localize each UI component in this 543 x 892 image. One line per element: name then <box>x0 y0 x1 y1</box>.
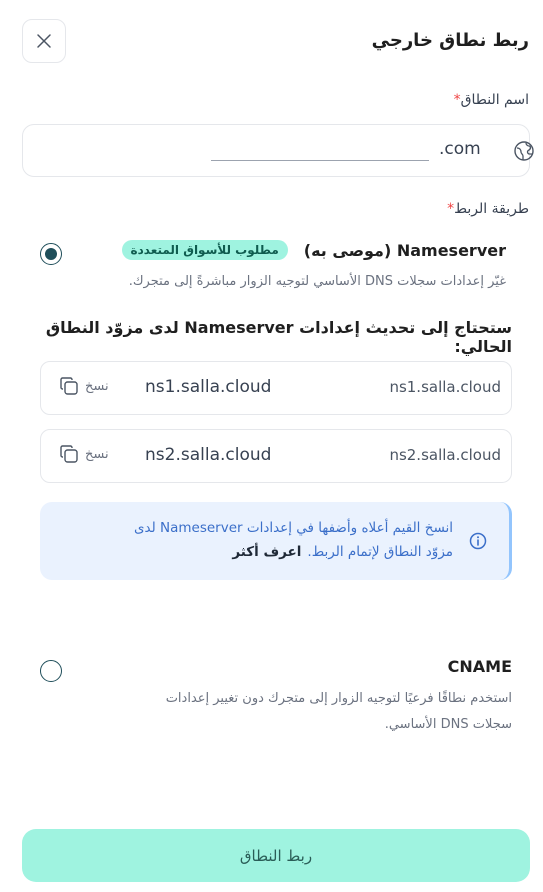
learn-more-link[interactable]: اعرف أكثر <box>232 544 301 560</box>
domain-input[interactable] <box>211 143 429 161</box>
nameserver-row-2: ns2.salla.cloud ns2.salla.cloud نسخ <box>40 429 512 483</box>
option-cname-description-line-2: سجلات DNS الأساسي. <box>384 717 512 732</box>
radio-nameserver[interactable] <box>40 243 62 265</box>
copy-icon <box>60 445 78 463</box>
page-title: ربط نطاق خارجي <box>371 30 529 51</box>
option-cname-description-line-1: استخدم نطاقًا فرعيًا لتوجيه الزوار إلى م… <box>165 691 512 706</box>
info-line-2-text: مزوّد النطاق لإتمام الربط. <box>307 544 453 560</box>
info-text: انسخ القيم أعلاه وأضفها في إعدادات Names… <box>73 516 453 564</box>
domain-field: .com <box>22 124 534 177</box>
option-nameserver-header: مطلوب للأسواق المتعددة Nameserver (موصى … <box>121 240 506 260</box>
method-label: طريقة الربط* <box>443 201 529 217</box>
copy-label: نسخ <box>85 378 109 394</box>
info-box: انسخ القيم أعلاه وأضفها في إعدادات Names… <box>40 502 512 580</box>
nameserver-label: ns1.salla.cloud <box>389 378 501 396</box>
option-cname-description: استخدم نطاقًا فرعيًا لتوجيه الزوار إلى م… <box>82 686 512 738</box>
method-label-text: طريقة الربط <box>454 201 529 217</box>
nameserver-row-1: ns1.salla.cloud ns1.salla.cloud نسخ <box>40 361 512 415</box>
multi-market-badge: مطلوب للأسواق المتعددة <box>121 240 288 260</box>
required-mark: * <box>453 92 461 108</box>
globe-icon <box>514 141 534 161</box>
domain-label-text: اسم النطاق <box>460 92 529 108</box>
info-icon <box>469 532 487 550</box>
connect-domain-button[interactable]: ربط النطاق <box>22 829 530 882</box>
option-nameserver-description: غيّر إعدادات سجلات DNS الأساسي لتوجيه ال… <box>128 274 506 289</box>
close-icon <box>37 34 51 48</box>
info-line-2: مزوّد النطاق لإتمام الربط. اعرف أكثر <box>73 540 453 564</box>
domain-suffix: .com <box>439 139 481 159</box>
domain-label: اسم النطاق* <box>450 92 529 108</box>
copy-button[interactable]: نسخ <box>59 376 109 396</box>
option-nameserver-title: Nameserver (موصى به) <box>303 240 506 260</box>
radio-dot <box>45 248 57 260</box>
nameserver-heading: ستحتاج إلى تحديث إعدادات Nameserver لدى … <box>45 318 512 356</box>
info-line-1: انسخ القيم أعلاه وأضفها في إعدادات Names… <box>133 520 453 536</box>
nameserver-label: ns2.salla.cloud <box>389 446 501 464</box>
copy-button[interactable]: نسخ <box>59 444 109 464</box>
close-button[interactable] <box>22 19 66 63</box>
nameserver-value: ns2.salla.cloud <box>145 445 272 465</box>
nameserver-value: ns1.salla.cloud <box>145 377 272 397</box>
option-cname-title: CNAME <box>447 657 512 676</box>
radio-cname[interactable] <box>40 660 62 682</box>
copy-icon <box>60 377 78 395</box>
copy-label: نسخ <box>85 446 109 462</box>
